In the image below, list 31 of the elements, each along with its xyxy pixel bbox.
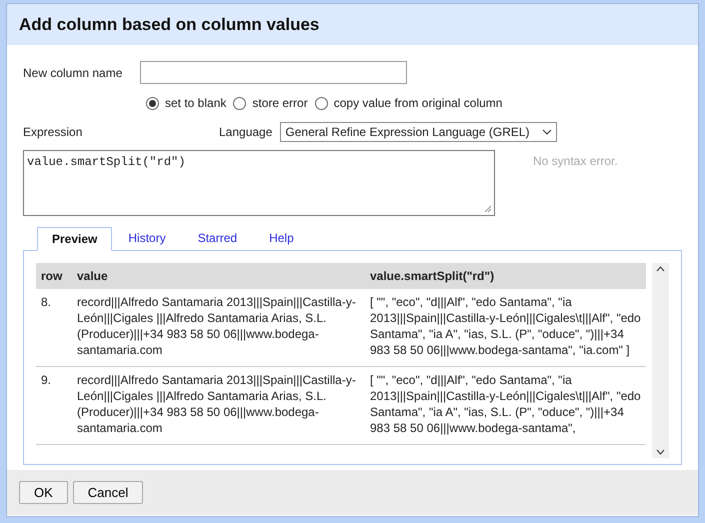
radio-option[interactable]: store error: [233, 94, 308, 112]
field-label: New column name: [23, 64, 124, 82]
dialog-title: Add column based on column values: [19, 14, 320, 36]
resize-grip-icon: [484, 205, 492, 213]
tab[interactable]: Help: [253, 226, 310, 250]
chevron-down-icon: [542, 129, 552, 135]
column-header: value: [76, 268, 109, 285]
new-column-name-field[interactable]: [140, 61, 407, 84]
tab[interactable]: History: [112, 226, 182, 250]
tab[interactable]: Preview: [37, 227, 112, 251]
language-select[interactable]: General Refine Expression Language (GREL): [280, 122, 558, 142]
expression-editor[interactable]: value.smartSplit("rd"): [23, 150, 495, 216]
dialog-button[interactable]: OK: [19, 481, 68, 504]
table-cell-text: record|||Alfredo Santamaria 2013|||Spain|||Castilla-y-León|||Cigales |||Alfredo Santamaria Arias, S.L. (Producer)|||+34 983 58 50 06|||www.bodega-santamaria.com: [76, 372, 357, 436]
tab[interactable]: Starred: [182, 226, 254, 250]
table-cell-text: 9.: [40, 372, 52, 389]
language-label: Language: [219, 124, 272, 141]
dialog-button[interactable]: Cancel: [72, 481, 144, 504]
radio-option[interactable]: set to blank: [146, 94, 226, 112]
table-cell-text: [ "", "eco", "d|||Alf", "edo Santama", "ia 2013|||Spain|||Castilla-y-León|||Cigales\t|||Alf", "edo Santama", "ia A", "ias, S.L. (P", "oduce", ")|||+34 983 58 50 06|||www.bodega-santama",: [370, 372, 642, 436]
scrollbar[interactable]: [652, 263, 669, 458]
radio-option[interactable]: copy value from original column: [314, 94, 502, 112]
table-cell-text: 8.: [40, 294, 52, 311]
syntax-status: No syntax error.: [533, 153, 618, 170]
column-header: value.smartSplit("rd"): [370, 268, 494, 285]
chevron-down-icon: [656, 449, 665, 455]
expression-label: Expression: [23, 124, 84, 141]
chevron-up-icon: [656, 266, 665, 272]
table-cell-text: [ "", "eco", "d|||Alf", "edo Santama", "ia 2013|||Spain|||Castilla-y-León|||Cigales\t|||Alf", "edo Santama", "ia A", "ias, S.L. (P", "oduce", ")|||+34 983 58 50 06|||www.bodega-santama", "ia.com" ]: [370, 294, 642, 358]
column-header: row: [40, 268, 64, 285]
table-cell-text: record|||Alfredo Santamaria 2013|||Spain|||Castilla-y-León|||Cigales |||Alfredo Santamaria Arias, S.L. (Producer)|||+34 983 58 50 06|||www.bodega-santamaria.com: [76, 294, 357, 358]
